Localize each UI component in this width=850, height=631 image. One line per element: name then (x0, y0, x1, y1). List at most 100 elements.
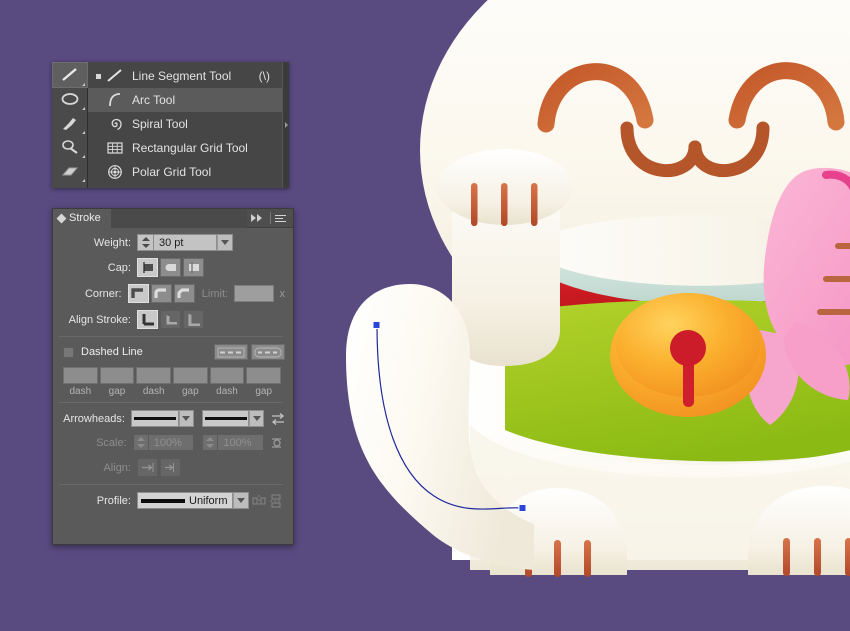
scale-start-stepper[interactable] (132, 434, 149, 451)
stroke-panel-titlebar[interactable]: Stroke (53, 208, 293, 228)
flyout-tearoff-handle[interactable] (282, 62, 289, 188)
limit-label: Limit: (201, 287, 229, 300)
flyout-item-arc-tool[interactable]: Arc Tool (88, 88, 282, 112)
arrowhead-end-preview (204, 417, 247, 420)
paintbrush-tool-button[interactable] (53, 111, 87, 135)
divider-2 (59, 402, 283, 403)
tool-flyout-triangle-icon (82, 107, 85, 110)
panel-menu-icon[interactable] (275, 214, 293, 222)
flyout-item-polar-grid-tool[interactable]: Polar Grid Tool (88, 160, 282, 184)
line-segment-tool-button[interactable] (52, 62, 88, 88)
eraser-tool-button[interactable] (53, 159, 87, 183)
line-segment-icon (104, 67, 126, 85)
gap-field-1[interactable]: gap (99, 367, 135, 397)
gap-input[interactable] (246, 367, 282, 384)
flyout-item-label: Spiral Tool (132, 117, 188, 131)
profile-preview (141, 498, 185, 503)
place-arrow-at-end-button[interactable] (160, 458, 181, 477)
scale-end-input[interactable]: 100% (218, 434, 264, 451)
align-stroke-button-group[interactable] (137, 310, 206, 329)
dash-input[interactable] (63, 367, 98, 384)
miter-join-button[interactable] (127, 284, 149, 303)
tool-flyout-triangle-icon (82, 83, 85, 86)
dash-input[interactable] (136, 367, 172, 384)
weight-stepper[interactable] (137, 234, 154, 251)
scale-end-stepper[interactable] (202, 434, 219, 451)
dash-gap-fields: dash gap dash gap dash gap (57, 360, 285, 397)
dashes-adjust-to-corners-button[interactable] (251, 344, 285, 360)
butt-cap-button[interactable] (137, 258, 158, 277)
extend-arrow-beyond-end-button[interactable] (137, 458, 158, 477)
arc-icon (104, 91, 126, 109)
arrowhead-end-chevron-icon[interactable] (249, 410, 265, 427)
dash-caption: dash (69, 386, 92, 397)
corner-row: Corner: Limit: x (57, 284, 285, 303)
flip-along-icon[interactable] (269, 494, 283, 508)
profile-chevron-icon[interactable] (233, 492, 249, 509)
weight-label: Weight: (93, 236, 131, 249)
gap-input[interactable] (173, 367, 208, 384)
scale-start-input[interactable]: 100% (148, 434, 195, 451)
weight-row: Weight: 30 pt (57, 234, 285, 251)
pencil-tool-button[interactable] (53, 135, 87, 159)
stroke-panel-icon (56, 213, 67, 223)
gap-input[interactable] (99, 367, 135, 384)
collapse-panel-icon[interactable] (247, 214, 266, 222)
profile-value: Uniform (189, 494, 228, 507)
align-center-button[interactable] (137, 310, 158, 329)
dashes-preserve-exact-button[interactable] (214, 344, 248, 360)
arrowhead-start-preview (133, 417, 176, 420)
swap-arrowheads-icon[interactable] (270, 410, 285, 427)
app-canvas: Line Segment Tool (\) Arc Tool Spiral To… (0, 0, 850, 631)
align-stroke-label: Align Stroke: (68, 313, 131, 326)
weight-dropdown-chevron-icon[interactable] (217, 234, 233, 251)
flyout-menu[interactable]: Line Segment Tool (\) Arc Tool Spiral To… (88, 62, 282, 188)
stroke-panel[interactable]: Stroke Weight: 30 pt Cap: Corner: Limit:… (52, 208, 294, 545)
flip-across-icon[interactable] (252, 494, 266, 508)
arrowhead-start-chevron-icon[interactable] (178, 410, 194, 427)
dash-mode-buttons[interactable] (214, 344, 285, 360)
flyout-item-shortcut: (\) (258, 69, 270, 83)
flyout-item-spiral-tool[interactable]: Spiral Tool (88, 112, 282, 136)
dash-field-2[interactable]: dash (136, 367, 172, 397)
profile-row: Profile: Uniform (57, 492, 285, 509)
arrowhead-end-dropdown[interactable] (201, 410, 250, 427)
gap-caption: gap (182, 386, 199, 397)
round-cap-button[interactable] (160, 258, 181, 277)
line-tools-flyout[interactable]: Line Segment Tool (\) Arc Tool Spiral To… (52, 62, 289, 188)
align-inside-button[interactable] (160, 310, 181, 329)
round-join-button[interactable] (150, 284, 172, 303)
align-outside-button[interactable] (183, 310, 204, 329)
flyout-item-line-segment-tool[interactable]: Line Segment Tool (\) (88, 64, 282, 88)
titlebar-drag-area[interactable] (110, 208, 247, 228)
dash-field-1[interactable]: dash (63, 367, 98, 397)
gap-caption: gap (255, 386, 273, 397)
align-arrowheads-row: Align: (57, 458, 285, 477)
limit-unit-label: x (279, 287, 285, 300)
cap-button-group[interactable] (137, 258, 206, 277)
limit-input[interactable] (234, 285, 275, 302)
flyout-item-rectangular-grid-tool[interactable]: Rectangular Grid Tool (88, 136, 282, 160)
weight-input[interactable]: 30 pt (154, 234, 217, 251)
dash-field-3[interactable]: dash (209, 367, 245, 397)
gap-field-3[interactable]: gap (246, 367, 282, 397)
align-arrow-label: Align: (103, 461, 131, 474)
projecting-cap-button[interactable] (183, 258, 204, 277)
bevel-join-button[interactable] (173, 284, 195, 303)
align-arrow-button-group[interactable] (137, 458, 183, 477)
corner-button-group[interactable] (127, 284, 197, 303)
arrowhead-start-dropdown[interactable] (130, 410, 179, 427)
link-scale-icon[interactable] (270, 434, 285, 451)
dash-input[interactable] (209, 367, 245, 384)
flyout-item-label: Line Segment Tool (132, 69, 232, 83)
arrowheads-label: Arrowheads: (63, 412, 125, 425)
ellipse-tool-button[interactable] (53, 87, 87, 111)
arrowheads-row: Arrowheads: (57, 410, 285, 427)
profile-dropdown[interactable]: Uniform (137, 492, 233, 509)
toolbar-column[interactable] (52, 62, 88, 188)
stroke-panel-tab[interactable]: Stroke (53, 208, 111, 228)
tool-flyout-triangle-icon (82, 179, 85, 182)
dashed-line-checkbox[interactable] (63, 346, 74, 358)
gap-field-2[interactable]: gap (173, 367, 208, 397)
dash-caption: dash (142, 386, 165, 397)
